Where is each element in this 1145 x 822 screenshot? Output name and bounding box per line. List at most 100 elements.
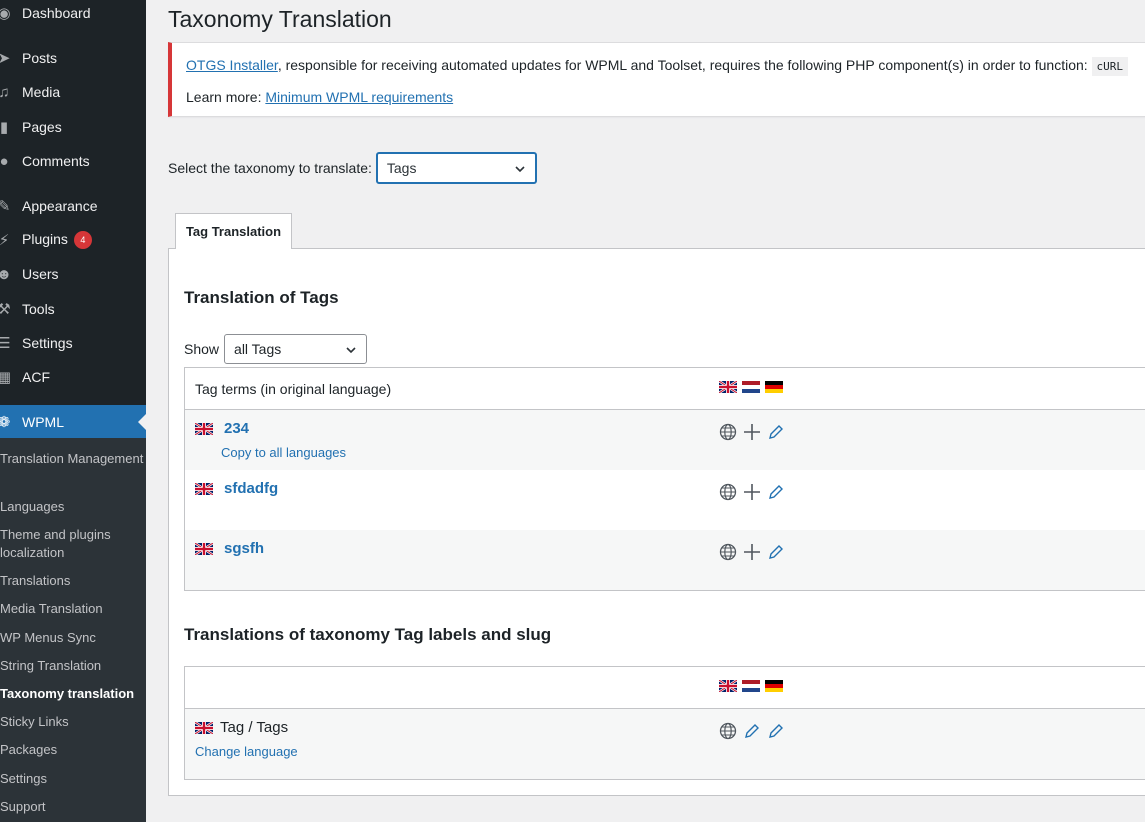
menu-item-media[interactable]: ♫ Media <box>0 75 146 109</box>
pencil-icon[interactable] <box>767 423 785 441</box>
pencil-icon[interactable] <box>767 483 785 501</box>
wpml-submenu: Translation Management Languages Theme a… <box>0 438 146 822</box>
menu-label: Plugins 4 <box>22 230 92 250</box>
chevron-down-icon <box>515 166 525 173</box>
menu-item-posts[interactable]: ➤ Posts <box>0 41 146 75</box>
menu-label: Dashboard <box>22 5 91 21</box>
uk-flag-icon <box>195 543 213 555</box>
table-row: Tag / Tags Change language <box>185 709 1145 779</box>
submenu-string-translation[interactable]: String Translation <box>0 657 146 675</box>
uk-flag-icon <box>195 423 213 435</box>
menu-item-users[interactable]: ☻ Users <box>0 257 146 291</box>
notice-learn-more: Learn more: Minimum WPML requirements <box>186 89 453 105</box>
term-link[interactable]: 234 <box>224 420 249 437</box>
tags-filter-value: all Tags <box>234 341 282 357</box>
submenu-packages[interactable]: Packages <box>0 741 146 759</box>
submenu-wp-menus-sync[interactable]: WP Menus Sync <box>0 629 146 647</box>
menu-label: Appearance <box>22 198 98 214</box>
table-row: 234 Copy to all languages <box>185 410 1145 470</box>
language-flags <box>719 680 783 692</box>
pencil-icon[interactable] <box>743 722 761 740</box>
menu-item-acf[interactable]: ▦ ACF <box>0 360 146 394</box>
labels-table-header <box>185 667 1145 709</box>
terms-section-title: Translation of Tags <box>184 288 339 307</box>
page-title: Taxonomy Translation <box>168 6 392 32</box>
row-actions <box>719 423 785 441</box>
error-notice: OTGS Installer, responsible for receivin… <box>168 42 1145 117</box>
user-icon: ☻ <box>0 265 12 283</box>
row-actions <box>719 483 785 501</box>
wrench-icon: ⚒ <box>0 301 11 318</box>
menu-item-wpml[interactable]: ❁ WPML <box>0 405 146 439</box>
globe-icon[interactable] <box>719 722 737 740</box>
grid-icon: ▦ <box>0 369 12 386</box>
change-language-link[interactable]: Change language <box>195 744 298 759</box>
menu-label: Comments <box>22 153 90 169</box>
menu-label: ACF <box>22 369 50 385</box>
pencil-icon[interactable] <box>767 722 785 740</box>
pages-icon: ▮ <box>0 119 9 136</box>
plus-icon[interactable] <box>743 483 761 501</box>
submenu-media-translation[interactable]: Media Translation <box>0 600 146 618</box>
uk-flag-icon <box>719 381 737 393</box>
submenu-languages[interactable]: Languages <box>0 498 146 516</box>
submenu-sticky-links[interactable]: Sticky Links <box>0 713 146 731</box>
menu-item-plugins[interactable]: ⚡ Plugins 4 <box>0 223 146 257</box>
globe-icon[interactable] <box>719 423 737 441</box>
submenu-taxonomy-translation[interactable]: Taxonomy translation <box>0 685 146 703</box>
row-actions <box>719 722 785 740</box>
menu-item-comments[interactable]: ● Comments <box>0 144 146 178</box>
table-row: sfdadfg <box>185 470 1145 530</box>
otgs-installer-link[interactable]: OTGS Installer <box>186 57 278 73</box>
nl-flag-icon <box>742 680 760 692</box>
pencil-icon[interactable] <box>767 543 785 561</box>
chevron-down-icon <box>346 347 356 354</box>
globe-icon[interactable] <box>719 543 737 561</box>
wpml-icon: ❁ <box>0 414 11 431</box>
submenu-theme-plugins-localization[interactable]: Theme and plugins localization <box>0 526 146 562</box>
submenu-translation-management[interactable]: Translation Management <box>0 450 146 468</box>
submenu-settings[interactable]: Settings <box>0 770 146 788</box>
menu-label: Tools <box>22 301 55 317</box>
menu-label: Media <box>22 84 61 100</box>
uk-flag-icon <box>195 722 213 734</box>
de-flag-icon <box>765 680 783 692</box>
terms-table-header: Tag terms (in original language) <box>185 368 1145 410</box>
tag-translation-panel: Translation of Tags Show all Tags Tag te… <box>168 248 1145 796</box>
main-content: Taxonomy Translation OTGS Installer, res… <box>146 0 1145 822</box>
taxonomy-select[interactable]: Tags <box>375 152 537 184</box>
show-filter-row: Show all Tags <box>184 334 368 364</box>
show-label: Show <box>184 341 220 357</box>
tag-label-text: Tag / Tags <box>220 719 289 736</box>
settings-icon: ☰ <box>0 335 11 352</box>
menu-item-settings[interactable]: ☰ Settings <box>0 326 146 360</box>
menu-label: Settings <box>22 335 73 351</box>
plus-icon[interactable] <box>743 543 761 561</box>
plugins-update-badge: 4 <box>73 231 92 250</box>
plugins-label: Plugins <box>22 230 68 247</box>
taxonomy-select-value: Tags <box>386 160 417 176</box>
term-link[interactable]: sfdadfg <box>224 480 278 497</box>
labels-section-title: Translations of taxonomy Tag labels and … <box>184 625 552 644</box>
globe-icon[interactable] <box>719 483 737 501</box>
menu-label: Pages <box>22 119 62 135</box>
submenu-support[interactable]: Support <box>0 798 146 816</box>
tags-filter-select[interactable]: all Tags <box>224 334 368 364</box>
de-flag-icon <box>765 381 783 393</box>
tab-tag-translation[interactable]: Tag Translation <box>175 213 292 249</box>
menu-item-tools[interactable]: ⚒ Tools <box>0 292 146 326</box>
menu-item-pages[interactable]: ▮ Pages <box>0 110 146 144</box>
plus-icon[interactable] <box>743 423 761 441</box>
plugin-icon: ⚡ <box>0 232 10 249</box>
copy-to-all-languages-link[interactable]: Copy to all languages <box>221 445 346 460</box>
admin-sidebar: ◉ Dashboard ➤ Posts ♫ Media ▮ Pages ● Co… <box>0 0 146 822</box>
term-link[interactable]: sgsfh <box>224 540 264 557</box>
menu-item-dashboard[interactable]: ◉ Dashboard <box>0 0 146 30</box>
media-icon: ♫ <box>0 83 10 101</box>
learn-more-label: Learn more: <box>186 89 262 105</box>
table-row: sgsfh <box>185 530 1145 590</box>
requirements-link[interactable]: Minimum WPML requirements <box>265 89 453 105</box>
menu-label: WPML <box>22 414 64 430</box>
submenu-translations[interactable]: Translations <box>0 572 146 590</box>
menu-item-appearance[interactable]: ✎ Appearance <box>0 189 146 223</box>
